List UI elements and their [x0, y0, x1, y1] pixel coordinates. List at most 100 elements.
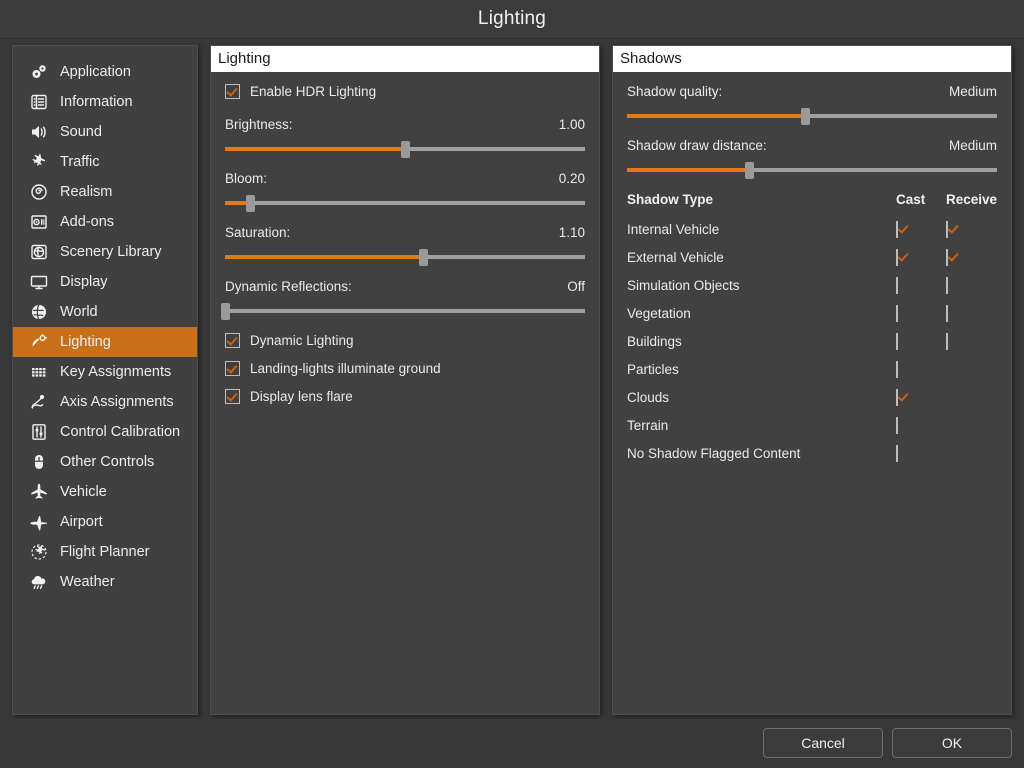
sidebar-item-label: Axis Assignments — [60, 394, 174, 410]
checkbox-row-dynamic-lighting[interactable]: Dynamic Lighting — [225, 333, 585, 348]
enable-hdr-lighting-checkbox[interactable] — [225, 84, 240, 99]
sidebar-item-sound[interactable]: Sound — [13, 117, 197, 147]
slider-thumb[interactable] — [246, 195, 256, 212]
table-cell-receive — [946, 355, 997, 383]
sidebar-item-world[interactable]: World — [13, 297, 197, 327]
sidebar-item-label: Control Calibration — [60, 424, 181, 440]
cast-checkbox[interactable] — [895, 360, 898, 378]
globe-icon — [26, 301, 52, 323]
receive-checkbox[interactable] — [945, 332, 948, 350]
cast-checkbox[interactable] — [895, 416, 898, 434]
slider-saturation: Saturation: 1.10 — [225, 225, 585, 266]
slider-track[interactable] — [225, 141, 585, 158]
receive-checkbox[interactable] — [945, 220, 948, 238]
cast-checkbox[interactable] — [895, 248, 898, 266]
slider-thumb[interactable] — [419, 249, 428, 266]
enable-hdr-lighting-label: Enable HDR Lighting — [250, 84, 377, 99]
slider-thumb[interactable] — [800, 108, 810, 125]
sidebar-item-control-calibration[interactable]: Control Calibration — [13, 417, 197, 447]
sidebar-item-display[interactable]: Display — [13, 267, 197, 297]
mouse-icon — [26, 451, 52, 473]
slider-track[interactable] — [627, 108, 997, 125]
cast-checkbox[interactable] — [895, 388, 898, 406]
slider-thumb[interactable] — [401, 141, 410, 158]
slider-track[interactable] — [225, 195, 585, 212]
sidebar-item-airport[interactable]: Airport — [13, 507, 197, 537]
sidebar-item-scenery-library[interactable]: Scenery Library — [13, 237, 197, 267]
sidebar-item-realism[interactable]: Realism — [13, 177, 197, 207]
slider-value: 1.10 — [558, 225, 585, 240]
table-cell-cast — [895, 439, 946, 467]
sidebar-item-traffic[interactable]: Traffic — [13, 147, 197, 177]
shadow-type-label: Simulation Objects — [627, 277, 740, 293]
sidebar-item-key-assignments[interactable]: Key Assignments — [13, 357, 197, 387]
sidebar-item-label: Sound — [60, 124, 102, 140]
sidebar-item-label: Lighting — [60, 334, 111, 350]
sidebar-item-axis-assignments[interactable]: Axis Assignments — [13, 387, 197, 417]
slider-bloom: Bloom: 0.20 — [225, 171, 585, 212]
slider-track[interactable] — [225, 249, 585, 266]
table-cell-cast — [895, 271, 946, 299]
slider-thumb[interactable] — [745, 162, 755, 179]
list-card-icon — [26, 91, 52, 113]
checkbox-row-display-lens-flare[interactable]: Display lens flare — [225, 389, 585, 404]
table-row: Simulation Objects — [627, 271, 997, 299]
sidebar-item-label: Airport — [60, 514, 103, 530]
lighting-panel-body: Enable HDR Lighting Brightness: 1.00 Bloom… — [211, 72, 599, 404]
slider-label: Shadow quality: — [627, 84, 723, 99]
checkbox[interactable] — [225, 361, 240, 376]
checkbox-row-landing-lights-illuminate-ground[interactable]: Landing-lights illuminate ground — [225, 361, 585, 376]
shadows-panel-body: Shadow quality: Medium Shadow draw distanc… — [613, 72, 1011, 467]
checkbox[interactable] — [225, 389, 240, 404]
table-cell-cast — [895, 355, 946, 383]
sidebar-item-lighting[interactable]: Lighting — [13, 327, 197, 357]
sidebar-item-information[interactable]: Information — [13, 87, 197, 117]
cloud-rain-icon — [26, 571, 52, 593]
checkbox-label: Dynamic Lighting — [250, 333, 354, 348]
shadow-table-head: Shadow Type Cast Receive — [627, 192, 997, 215]
cast-checkbox[interactable] — [895, 304, 898, 322]
sidebar-item-label: Weather — [60, 574, 115, 590]
slider-filled-portion — [627, 114, 805, 118]
sidebar-item-label: Information — [60, 94, 133, 110]
sidebar-item-add-ons[interactable]: Add-ons — [13, 207, 197, 237]
sidebar-item-vehicle[interactable]: Vehicle — [13, 477, 197, 507]
table-cell-cast — [895, 243, 946, 271]
column-header-shadow-type: Shadow Type — [627, 192, 714, 207]
checkbox[interactable] — [225, 333, 240, 348]
cast-checkbox[interactable] — [895, 276, 898, 294]
slider-track[interactable] — [221, 303, 585, 320]
sidebar-item-weather[interactable]: Weather — [13, 567, 197, 597]
flight-route-icon — [26, 541, 52, 563]
ok-button[interactable]: OK — [892, 728, 1012, 758]
traffic-planes-icon — [26, 151, 52, 173]
cast-checkbox[interactable] — [895, 332, 898, 350]
spiral-gauge-icon — [26, 181, 52, 203]
slider-thumb[interactable] — [221, 303, 230, 320]
slider-value: 0.20 — [558, 171, 585, 186]
sidebar-item-other-controls[interactable]: Other Controls — [13, 447, 197, 477]
cancel-button[interactable]: Cancel — [763, 728, 883, 758]
shadow-type-label: Internal Vehicle — [627, 221, 720, 237]
enable-hdr-lighting-row[interactable]: Enable HDR Lighting — [225, 84, 585, 99]
checkbox-label: Landing-lights illuminate ground — [250, 361, 441, 376]
slider-filled-portion — [225, 255, 423, 259]
slider-label: Dynamic Reflections: — [225, 279, 352, 294]
receive-checkbox[interactable] — [945, 276, 948, 294]
lamp-icon — [26, 331, 52, 353]
sidebar-item-application[interactable]: Application — [13, 57, 197, 87]
sidebar-item-label: Realism — [60, 184, 113, 200]
receive-checkbox[interactable] — [945, 304, 948, 322]
slider-track[interactable] — [627, 162, 997, 179]
gears-icon — [26, 61, 52, 83]
sidebar-item-flight-planner[interactable]: Flight Planner — [13, 537, 197, 567]
shadow-type-label: Particles — [627, 361, 679, 377]
slider-dynamic-reflections: Dynamic Reflections: Off — [221, 279, 585, 320]
cast-checkbox[interactable] — [895, 220, 898, 238]
slider-head: Saturation: 1.10 — [225, 225, 585, 240]
table-row: Vegetation — [627, 299, 997, 327]
sidebar-item-label: Traffic — [60, 154, 100, 170]
table-cell-receive — [945, 215, 997, 243]
cast-checkbox[interactable] — [895, 444, 898, 462]
receive-checkbox[interactable] — [945, 248, 948, 266]
